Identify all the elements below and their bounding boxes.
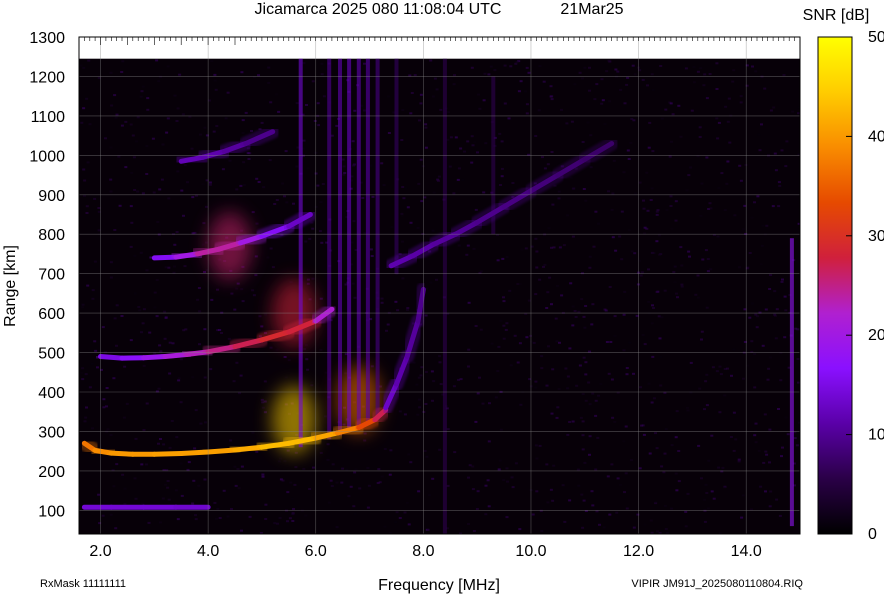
interference-stripe [375, 58, 380, 420]
colorbar-tick-label: 40 [868, 128, 884, 145]
chart-title: Jicamarca 2025 080 11:08:04 UTC [255, 1, 502, 18]
interference-stripe [347, 58, 352, 432]
y-tick-label: 900 [38, 188, 65, 205]
x-tick-label: 8.0 [412, 543, 434, 560]
x-tick-label: 2.0 [89, 543, 111, 560]
y-tick-label: 300 [38, 424, 65, 441]
y-tick-label: 1100 [31, 109, 66, 126]
y-tick-label: 700 [38, 267, 65, 284]
colorbar: 0 10 20 30 40 50 [817, 29, 884, 543]
y-tick-label: 400 [38, 385, 65, 402]
colorbar-label: SNR [dB] [803, 7, 870, 24]
chart-date: 21Mar25 [560, 1, 623, 18]
colorbar-tick-label: 0 [868, 526, 877, 543]
y-tick-labels: 100 200 300 400 500 600 700 800 900 1000 1100 1200 1… [29, 30, 65, 520]
y-tick-label: 1300 [29, 30, 65, 47]
interference-stripe [338, 58, 342, 436]
y-tick-label: 1000 [29, 148, 65, 165]
x-tick-label: 14.0 [731, 543, 762, 560]
x-axis-label: Frequency [MHz] [378, 577, 500, 594]
y-axis-label: Range [km] [2, 245, 19, 327]
x-tick-label: 10.0 [515, 543, 546, 560]
colorbar-tick-label: 50 [868, 29, 884, 46]
colorbar-tick-label: 20 [868, 327, 884, 344]
y-tick-label: 800 [38, 227, 65, 244]
plot-area [78, 36, 801, 535]
file-name-label: VIPIR JM91J_2025080110804.RIQ [631, 578, 803, 590]
interference-stripe [789, 238, 794, 527]
y-tick-label: 600 [38, 306, 65, 323]
y-tick-label: 500 [38, 346, 65, 363]
colorbar-tick-label: 30 [868, 228, 884, 245]
x-tick-labels: 2.0 4.0 6.0 8.0 10.0 12.0 14.0 [89, 543, 761, 560]
interference-stripe [356, 58, 361, 428]
x-tick-label: 4.0 [197, 543, 219, 560]
interference-stripe [365, 58, 370, 424]
colorbar-tick-label: 10 [868, 427, 884, 444]
interference-stripe [394, 58, 399, 274]
ionogram-figure: Jicamarca 2025 080 11:08:04 UTC 21Mar25 … [2, 1, 884, 594]
interference-stripe [298, 58, 303, 448]
interference-stripe [442, 58, 447, 534]
x-tick-label: 6.0 [305, 543, 327, 560]
heatmap-background [79, 58, 800, 534]
y-tick-label: 200 [38, 464, 65, 481]
y-tick-label: 100 [38, 503, 65, 520]
colorbar-gradient [817, 36, 853, 535]
x-tick-label: 12.0 [623, 543, 654, 560]
y-tick-label: 1200 [29, 69, 65, 86]
rx-mask-label: RxMask 11111111 [40, 578, 126, 590]
